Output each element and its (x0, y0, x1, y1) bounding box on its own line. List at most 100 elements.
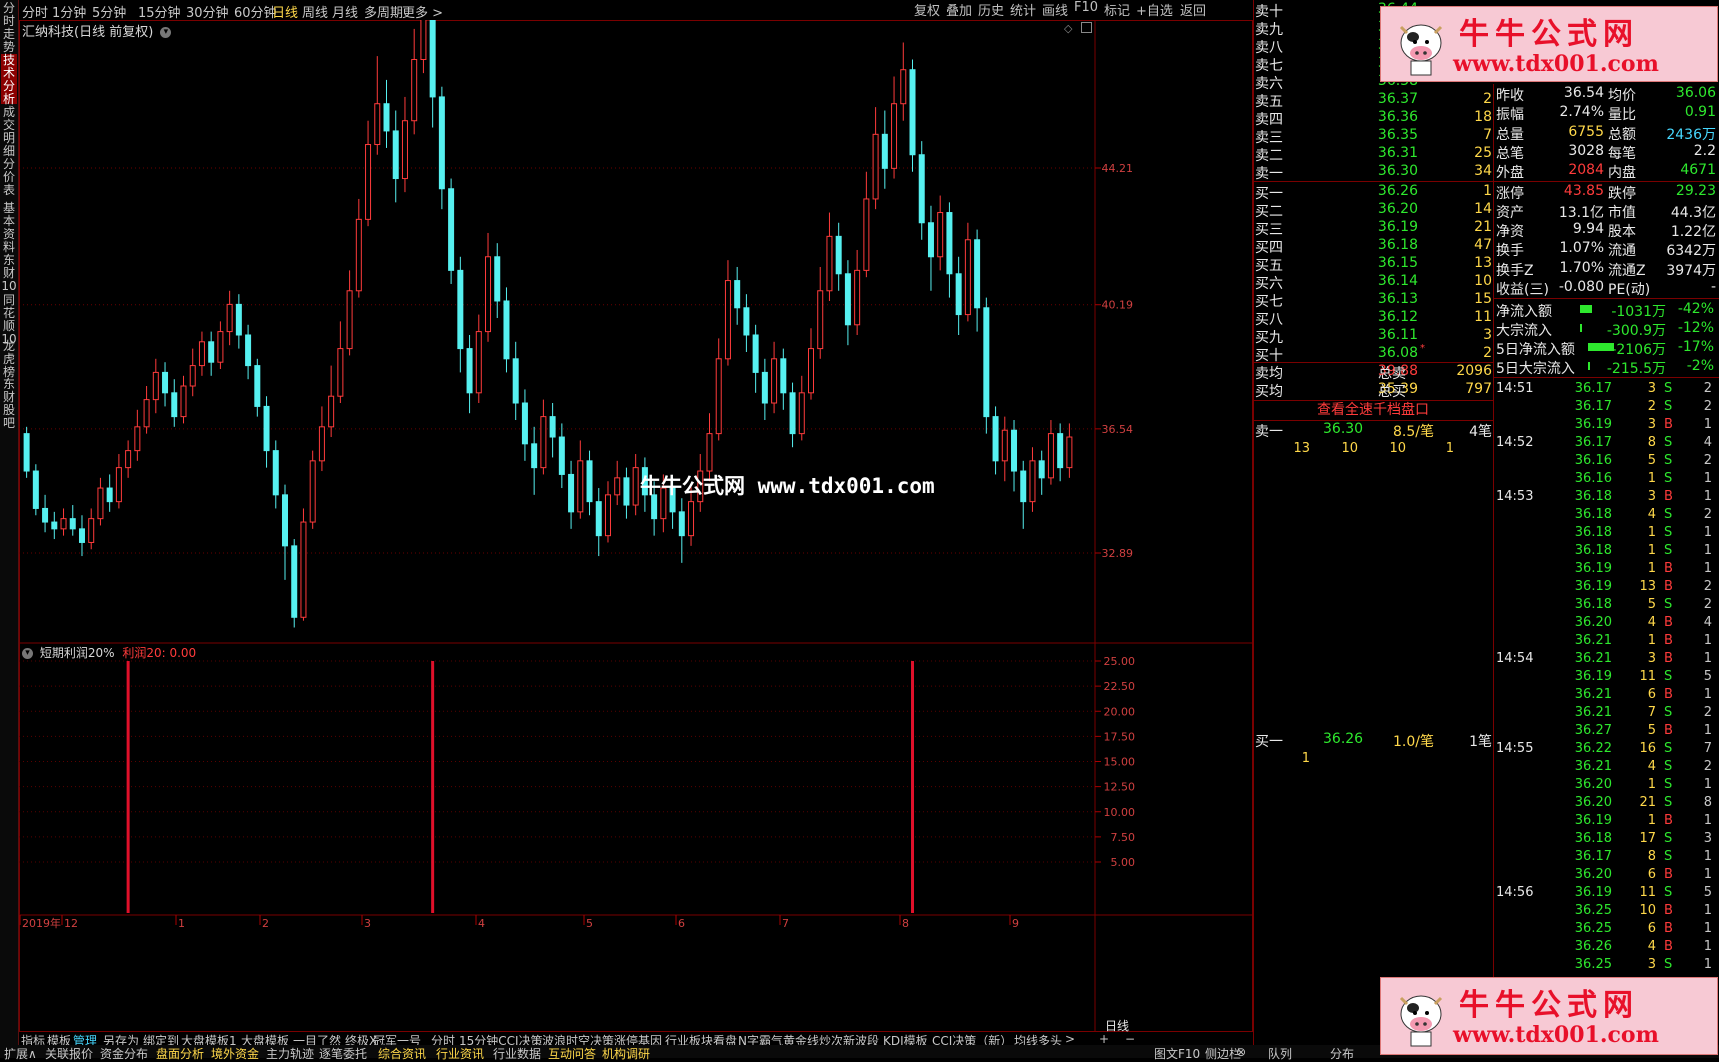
level-label: 买一 (1255, 186, 1283, 202)
toolbar-button-5[interactable]: F10 (1074, 0, 1098, 15)
left-tab-8[interactable]: 东财股吧 (1, 378, 17, 430)
toolbar-button-6[interactable]: 标记 (1104, 0, 1130, 19)
status-right-4[interactable]: 分布 (1330, 1045, 1354, 1062)
candle (392, 110, 399, 203)
chart-canvas[interactable]: 44.2140.1936.5432.89 25.0022.5020.0017.5… (19, 20, 1253, 1032)
date-tick-label: 1 (178, 917, 185, 930)
orderbook-row[interactable]: 买五 36.15 13 (1255, 255, 1495, 274)
period-tab-8[interactable]: 月线 (332, 2, 358, 21)
toolbar-button-2[interactable]: 历史 (978, 0, 1004, 19)
left-tab-5[interactable]: 东财10 (1, 254, 17, 293)
toolbar-button-0[interactable]: 复权 (914, 0, 940, 19)
indicator-tab-21[interactable]: + (1099, 1032, 1109, 1046)
period-tab-7[interactable]: 周线 (302, 2, 328, 21)
status-tab-11[interactable]: 机构调研 (602, 1045, 650, 1062)
indicator-header[interactable]: ▾ 短期利润20% 利润20: 0.00 (22, 644, 196, 661)
status-tab-8[interactable]: 行业资讯 (436, 1045, 484, 1062)
period-tab-2[interactable]: 5分钟 (92, 2, 126, 21)
stat-label: 流通 (1608, 243, 1636, 260)
orderbook-row[interactable]: 卖四 36.36 18 (1255, 109, 1495, 128)
tick-count: 4 (1703, 435, 1712, 450)
candle-body (448, 188, 455, 271)
orderbook-row[interactable]: 买四 36.18 47 (1255, 237, 1495, 256)
status-tab-1[interactable]: 关联报价 (45, 1045, 93, 1062)
period-tab-10[interactable]: 更多 > (402, 2, 443, 21)
orderbook-row[interactable]: 买十 36.08 2 * (1255, 343, 1495, 364)
toolbar-button-7[interactable]: +自选 (1136, 0, 1173, 19)
candle-body (32, 470, 39, 509)
chevron-down-icon[interactable]: ▾ (22, 648, 33, 659)
tick-row: 14:52 36.17 8 S 4 (1496, 435, 1718, 453)
candle (42, 494, 49, 533)
tick-side: S (1664, 597, 1673, 612)
toolbar-button-1[interactable]: 叠加 (946, 0, 972, 19)
status-tab-4[interactable]: 境外资金 (211, 1045, 259, 1062)
period-tab-0[interactable]: 分时 (22, 2, 48, 21)
orderbook-row[interactable]: 买七 36.13 15 (1255, 291, 1495, 310)
tick-price: 36.17 (1574, 399, 1612, 414)
toolbar-button-8[interactable]: 返回 (1180, 0, 1206, 19)
toolbar-button-4[interactable]: 画线 (1042, 0, 1068, 19)
orderbook-row[interactable]: 买二 36.20 14 (1255, 201, 1495, 220)
candle (817, 266, 824, 359)
indicator-tab-22[interactable]: − (1125, 1032, 1135, 1046)
status-tab-7[interactable]: 综合资讯 (378, 1045, 426, 1062)
tick-volume: 3 (1647, 381, 1656, 396)
level-detail[interactable]: 买一 36.26 1.0/笔 1笔 (1255, 731, 1495, 750)
candle-body (558, 436, 565, 475)
orderbook-row[interactable]: 卖三 36.35 7 (1255, 127, 1495, 146)
period-tab-9[interactable]: 多周期 (364, 2, 403, 21)
orderbook-row[interactable]: 买八 36.12 11 (1255, 309, 1495, 328)
level-volume: 1 (1483, 183, 1492, 199)
orderbook-row[interactable]: 卖二 36.31 25 (1255, 145, 1495, 164)
left-tab-6[interactable]: 同花顺10 (1, 294, 17, 346)
tick-row: 36.19 13 B 2 (1496, 579, 1718, 597)
status-tab-0[interactable]: 扩展∧ (4, 1045, 37, 1062)
left-tab-3[interactable]: 分价表 (1, 158, 17, 200)
period-tab-1[interactable]: 1分钟 (52, 2, 86, 21)
period-tab-3[interactable]: 15分钟 (138, 2, 181, 21)
orderbook-row[interactable]: 买九 36.11 3 (1255, 327, 1495, 346)
orderbook-row[interactable]: 卖五 36.37 2 (1255, 91, 1495, 110)
indicator-tab-20[interactable]: > (1065, 1032, 1075, 1046)
status-tab-9[interactable]: 行业数据 (493, 1045, 541, 1062)
left-tab-7[interactable]: 龙虎榜 (1, 340, 17, 379)
status-right-2[interactable]: ⊗ (1236, 1045, 1246, 1059)
level-detail[interactable]: 卖一 36.30 8.5/笔 4笔 (1255, 421, 1495, 440)
orderbook-row[interactable]: 买一 36.26 1 (1255, 183, 1495, 202)
candle-body (798, 392, 805, 435)
tick-price: 36.26 (1574, 939, 1612, 954)
status-tab-5[interactable]: 主力轨迹 (266, 1045, 314, 1062)
tick-side: S (1664, 471, 1673, 486)
period-tab-5[interactable]: 60分钟 (234, 2, 277, 21)
candle (180, 375, 187, 424)
left-tab-1[interactable]: 技术分析 (1, 54, 17, 106)
orderbook-row[interactable]: 卖一 36.30 34 (1255, 163, 1495, 182)
period-tab-4[interactable]: 30分钟 (186, 2, 229, 21)
status-tab-10[interactable]: 互动问答 (548, 1045, 596, 1062)
depth-link[interactable]: 查看全速千档盘口 (1253, 400, 1493, 421)
status-right-3[interactable]: 队列 (1268, 1045, 1292, 1062)
indicator-value: 利润20: 0.00 (122, 646, 197, 660)
left-tab-2[interactable]: 成交明细 (1, 106, 17, 158)
candle-body (457, 269, 464, 350)
candle (32, 464, 39, 516)
tick-row: 36.20 1 S 1 (1496, 777, 1718, 795)
left-tab-4[interactable]: 基本资料 (1, 202, 17, 254)
toolbar-button-3[interactable]: 统计 (1010, 0, 1036, 19)
status-right-0[interactable]: 图文F10 (1154, 1045, 1200, 1062)
period-tab-6[interactable]: 日线 (272, 2, 298, 21)
left-tab-0[interactable]: 分时走势 (1, 2, 17, 54)
level-price: 36.15 (1377, 255, 1418, 271)
stat-label: 总笔 (1496, 145, 1524, 162)
candle (226, 290, 233, 346)
level-label: 卖六 (1255, 76, 1283, 92)
tick-volume: 4 (1647, 615, 1656, 630)
status-tab-6[interactable]: 逐笔委托 (319, 1045, 367, 1062)
status-tab-3[interactable]: 盘面分析 (156, 1045, 204, 1062)
orderbook-row[interactable]: 买三 36.19 21 (1255, 219, 1495, 238)
panel-divider (1493, 84, 1494, 1045)
stat-label: 总额 (1608, 126, 1636, 143)
orderbook-row[interactable]: 买六 36.14 10 (1255, 273, 1495, 292)
status-tab-2[interactable]: 资金分布 (100, 1045, 148, 1062)
